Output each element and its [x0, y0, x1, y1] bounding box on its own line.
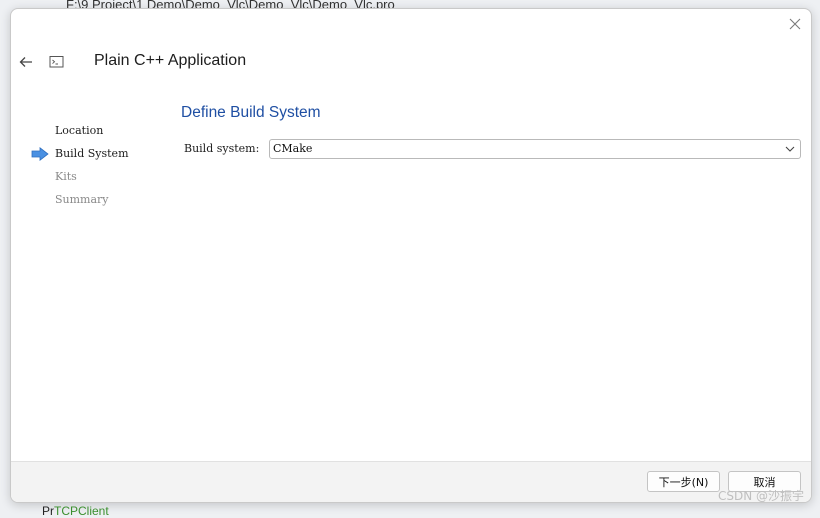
close-button[interactable] — [785, 14, 805, 34]
terminal-window-icon — [49, 56, 64, 68]
wizard-title: Plain C++ Application — [94, 52, 247, 69]
background-item-name: TCPClient — [54, 504, 109, 518]
next-button[interactable]: 下一步(N) — [647, 471, 720, 492]
build-system-label: Build system: — [184, 142, 260, 155]
back-arrow-icon — [19, 57, 32, 67]
step-kits: Kits — [55, 170, 77, 183]
wizard-header: Plain C++ Application — [11, 47, 811, 77]
chevron-down-icon — [785, 146, 795, 152]
build-system-value: CMake — [273, 142, 313, 155]
step-build-system: Build System — [55, 147, 129, 160]
build-system-combobox[interactable]: CMake — [269, 139, 801, 159]
background-project-tree-item: PrTCPClient — [42, 504, 109, 518]
background-item-prefix: Pr — [42, 504, 54, 518]
new-project-wizard-dialog: Plain C++ Application Location Build Sys… — [10, 8, 812, 503]
back-button[interactable] — [17, 53, 35, 71]
current-step-arrow-icon — [31, 147, 49, 161]
step-summary: Summary — [55, 193, 109, 206]
step-location: Location — [55, 124, 104, 137]
close-icon — [789, 18, 801, 30]
wizard-footer: 下一步(N) 取消 — [11, 461, 811, 502]
page-title: Define Build System — [181, 104, 321, 121]
watermark: CSDN @沙振宇 — [717, 489, 804, 503]
